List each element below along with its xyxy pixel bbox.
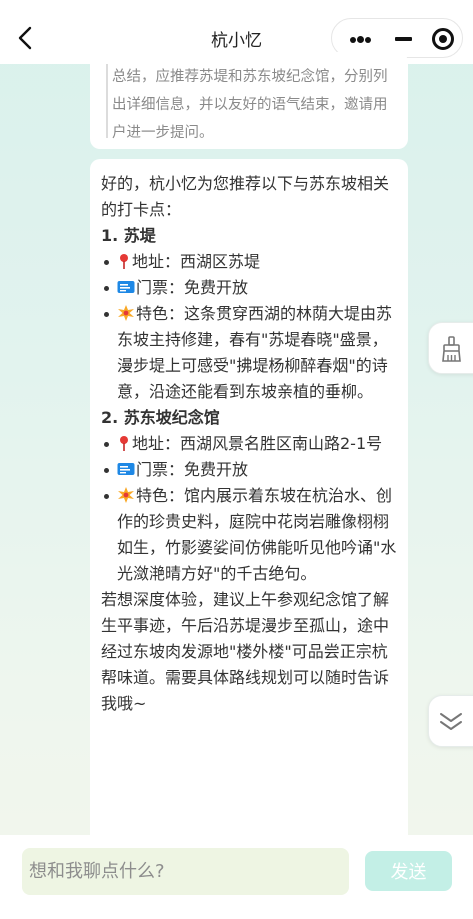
clear-chat-button[interactable] [428, 322, 473, 374]
thinking-divider [106, 64, 108, 138]
assistant-message-bubble: 好的，杭小忆为您推荐以下与苏东坡相关的打卡点： 1. 苏堤 地址：西湖区苏堤 门… [90, 159, 408, 859]
list-item: 地址：西湖风景名胜区南山路2-1号 [101, 431, 399, 457]
thinking-bubble: 总结，应推荐苏堤和苏东坡纪念馆，分别列出详细信息，并以友好的语气结束，邀请用户进… [90, 52, 408, 149]
section-list: 地址：西湖区苏堤 门票：免费开放 特色：这条贯穿西湖的林荫大堤由苏东坡主持修建，… [101, 249, 399, 405]
broom-icon [442, 336, 461, 362]
answer-intro: 好的，杭小忆为您推荐以下与苏东坡相关的打卡点： [101, 174, 390, 219]
list-item: 门票：免费开放 [101, 457, 399, 483]
section-title: 1. 苏堤 [101, 226, 156, 245]
minimize-icon [395, 37, 412, 41]
ticket-icon [117, 281, 135, 293]
pin-icon [120, 254, 128, 269]
close-button[interactable] [422, 19, 462, 59]
send-button[interactable]: 发送 [365, 851, 452, 891]
pin-icon [120, 436, 128, 451]
chevron-left-icon [18, 26, 32, 50]
scroll-to-bottom-button[interactable] [428, 695, 473, 747]
sparkle-icon [118, 305, 134, 321]
more-dots-icon [357, 36, 364, 43]
answer-closing: 若想深度体验，建议上午参观纪念馆了解生平事迹，午后沿苏堤漫步至孤山，途中经过东坡… [101, 590, 390, 713]
sparkle-icon [118, 487, 134, 503]
thinking-text: 总结，应推荐苏堤和苏东坡纪念馆，分别列出详细信息，并以友好的语气结束，邀请用户进… [112, 69, 388, 141]
back-button[interactable] [14, 24, 38, 52]
list-item: 门票：免费开放 [101, 275, 399, 301]
double-chevron-down-icon [440, 713, 462, 730]
section-title: 2. 苏东坡纪念馆 [101, 408, 220, 427]
list-item: 特色：馆内展示着东坡在杭治水、创作的珍贵史料，庭院中花岗岩雕像栩栩如生，竹影婆娑… [101, 483, 399, 587]
more-dots-icon [365, 37, 371, 43]
list-item: 特色：这条贯穿西湖的林荫大堤由苏东坡主持修建，春有"苏堤春晓"盛景，漫步堤上可感… [101, 301, 399, 405]
list-item: 地址：西湖区苏堤 [101, 249, 399, 275]
input-bar: 发送 [0, 835, 473, 919]
section-list: 地址：西湖风景名胜区南山路2-1号 门票：免费开放 特色：馆内展示着东坡在杭治水… [101, 431, 399, 587]
chat-input[interactable] [22, 848, 349, 895]
more-dots-icon [350, 37, 356, 43]
assistant-message: 好的，杭小忆为您推荐以下与苏东坡相关的打卡点： 1. 苏堤 地址：西湖区苏堤 门… [101, 171, 399, 717]
ticket-icon [117, 463, 135, 475]
